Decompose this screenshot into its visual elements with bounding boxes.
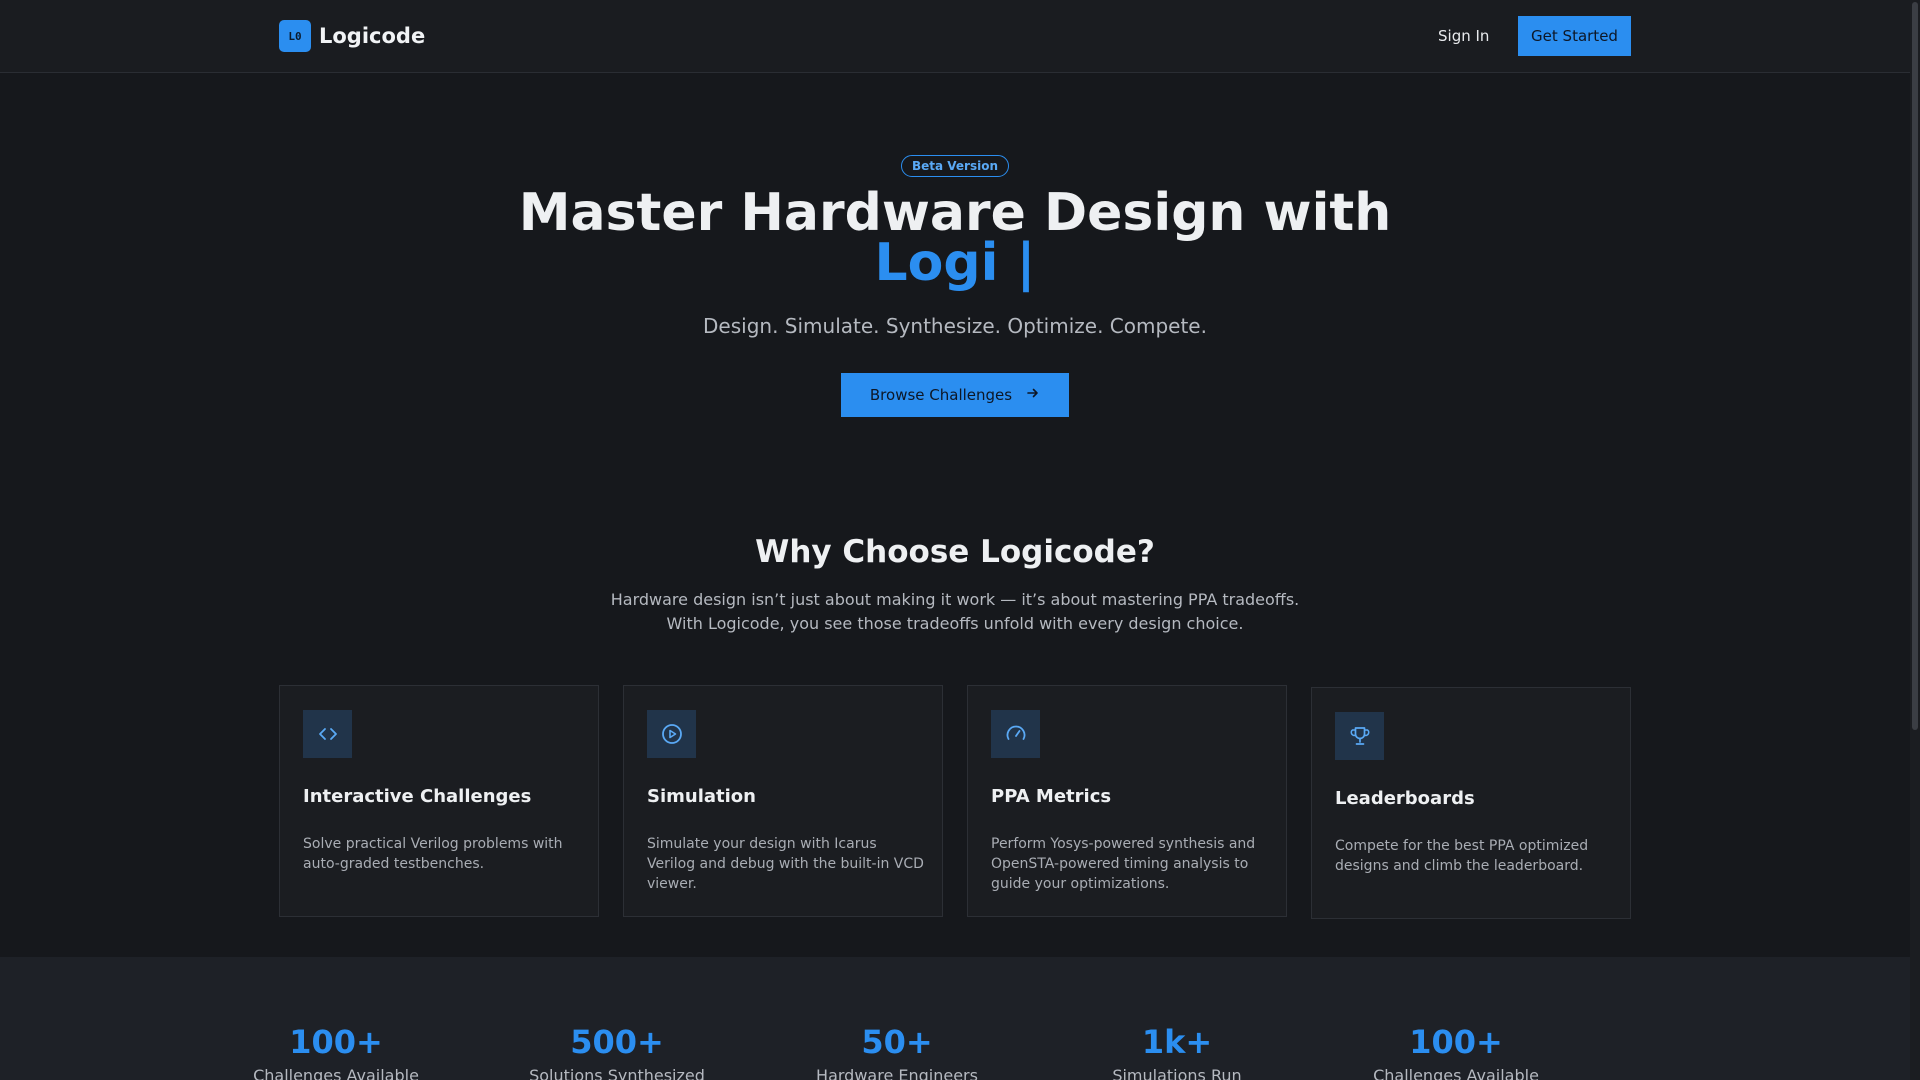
stat-value: 50+ [861,1023,933,1061]
arrow-right-icon [1026,386,1040,404]
scrollbar-thumb[interactable] [1912,2,1918,730]
play-circle-icon [647,710,696,758]
stat-label: Solutions Synthesized [529,1066,705,1080]
why-description: Hardware design isn’t just about making … [610,590,1300,633]
hero-title-line: Master Hardware Design with [518,183,1392,243]
stat-label: Simulations Run [1112,1066,1242,1080]
feature-description: Perform Yosys-powered synthesis and Open… [991,836,1256,892]
stat-challenges: 100+ Challenges Available [216,1022,456,1080]
feature-card-simulation: Simulation Simulate your design with Ica… [623,685,943,917]
stat-engineers: 50+ Hardware Engineers [777,1022,1017,1080]
feature-description: Simulate your design with Icarus Verilog… [647,836,924,892]
sign-in-link[interactable]: Sign In [1424,24,1503,48]
stat-label: Challenges Available [1373,1066,1539,1080]
stat-label: Challenges Available [253,1066,419,1080]
feature-title: Simulation [647,786,756,807]
feature-card-interactive-challenges: Interactive Challenges Solve practical V… [279,685,599,917]
stat-value: 1k+ [1141,1023,1213,1061]
stat-value: 500+ [570,1023,664,1061]
landing-page: L0 Logicode Sign In Get Started Beta Ver… [0,0,1920,1080]
feature-title: Leaderboards [1335,788,1475,809]
get-started-button[interactable]: Get Started [1518,16,1631,56]
stat-value: 100+ [1409,1023,1503,1061]
feature-description: Solve practical Verilog problems with au… [303,836,563,872]
feature-description: Compete for the best PPA optimized desig… [1335,838,1589,874]
stat-solutions: 500+ Solutions Synthesized [497,1022,737,1080]
stat-label: Hardware Engineers [816,1066,978,1080]
beta-badge: Beta Version [901,155,1009,177]
hero-title-accent: Logi | [874,233,1036,293]
hero-title: Master Hardware Design with Logi | [360,183,1550,293]
logo[interactable]: L0 Logicode [279,20,425,52]
feature-card-ppa-metrics: PPA Metrics Perform Yosys-powered synthe… [967,685,1287,917]
logo-badge: L0 [279,20,311,52]
browse-challenges-label: Browse Challenges [869,386,1013,404]
trophy-icon [1335,712,1384,760]
stat-challenges-repeat: 100+ Challenges Available [1336,1022,1576,1080]
code-icon [303,710,352,758]
feature-title: Interactive Challenges [303,786,532,807]
gauge-icon [991,710,1040,758]
feature-title: PPA Metrics [991,786,1112,807]
feature-card-leaderboards: Leaderboards Compete for the best PPA op… [1311,687,1631,919]
hero-tagline: Design. Simulate. Synthesize. Optimize. … [703,314,1207,338]
stat-simulations: 1k+ Simulations Run [1057,1022,1297,1080]
why-title: Why Choose Logicode? [755,534,1155,570]
browse-challenges-button[interactable]: Browse Challenges [841,373,1069,417]
stat-value: 100+ [289,1023,383,1061]
logo-name: Logicode [319,24,426,48]
top-nav: L0 Logicode Sign In Get Started [0,0,1910,73]
